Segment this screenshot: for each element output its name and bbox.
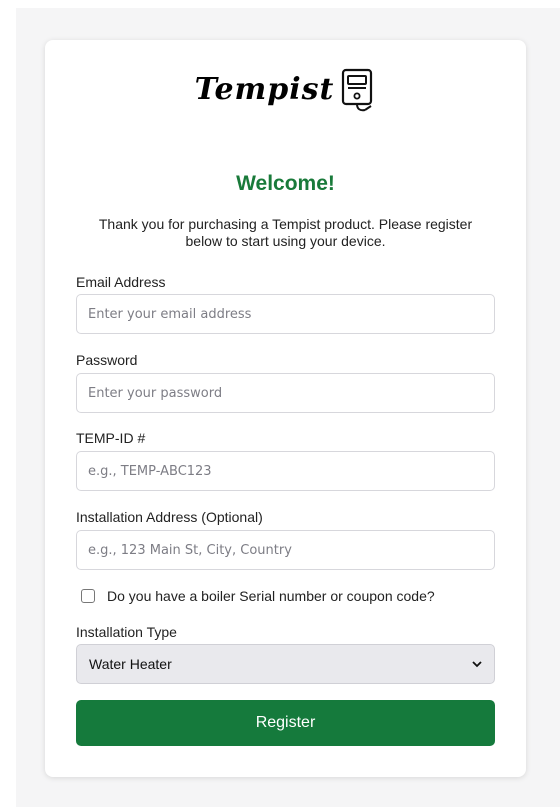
email-input[interactable] [76, 294, 495, 334]
tempist-logo: Tempist [45, 68, 526, 128]
email-label: Email Address [76, 274, 166, 290]
installation-type-select[interactable]: Water Heater [76, 644, 495, 684]
address-label: Installation Address (Optional) [76, 509, 263, 525]
welcome-heading: Welcome! [236, 172, 335, 195]
intro-text: Thank you for purchasing a Tempist produ… [98, 216, 473, 249]
boiler-checkbox-row[interactable]: Do you have a boiler Serial number or co… [81, 588, 435, 604]
temp-id-input[interactable] [76, 451, 495, 491]
registration-card: Tempist Welcome! Thank you for purchasin… [45, 40, 526, 777]
logo-text: Tempist [194, 72, 335, 107]
boiler-checkbox-label[interactable]: Do you have a boiler Serial number or co… [107, 588, 435, 604]
boiler-checkbox[interactable] [81, 589, 95, 603]
chevron-down-icon [472, 655, 482, 673]
temp-id-label: TEMP-ID # [76, 430, 146, 446]
password-label: Password [76, 352, 138, 368]
address-input[interactable] [76, 530, 495, 570]
installation-type-value: Water Heater [89, 656, 172, 672]
password-input[interactable] [76, 373, 495, 413]
register-button[interactable]: Register [76, 700, 495, 746]
thermostat-device-icon [340, 68, 376, 121]
installation-type-label: Installation Type [76, 624, 177, 640]
